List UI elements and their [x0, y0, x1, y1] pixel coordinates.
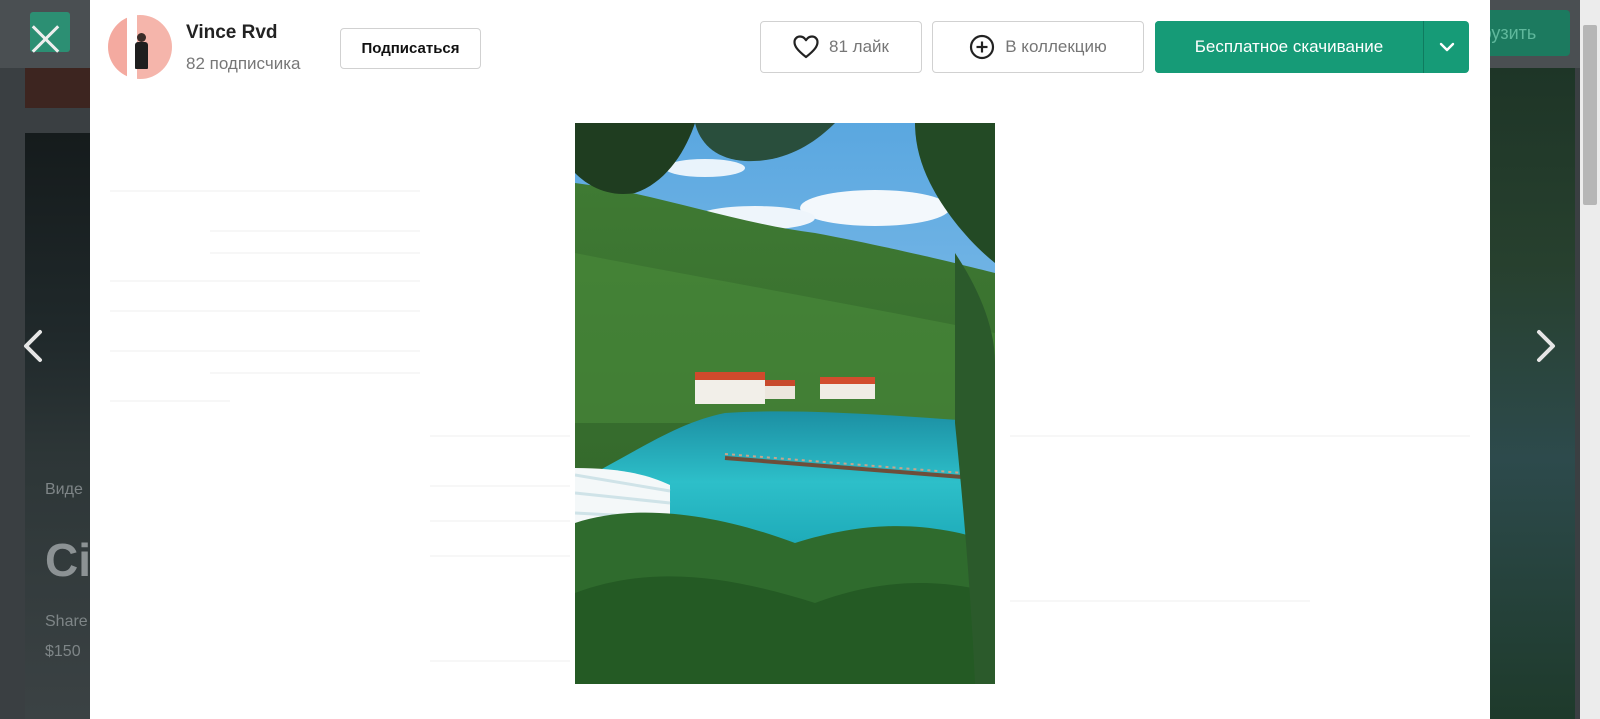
background-heading: Ci [45, 534, 91, 586]
scrollbar-thumb[interactable] [1583, 25, 1597, 205]
close-icon[interactable] [30, 24, 60, 54]
download-options-button[interactable] [1423, 21, 1469, 73]
avatar-figure-body [135, 42, 148, 69]
photo-modal: Vince Rvd 82 подписчика Подписаться 81 л… [90, 0, 1490, 719]
author-name[interactable]: Vince Rvd [186, 22, 278, 44]
modal-body [90, 100, 1490, 719]
like-count-label: 81 лайк [829, 37, 889, 56]
background-left-panel [25, 133, 95, 719]
author-followers: 82 подписчика [186, 54, 301, 73]
plus-circle-icon [970, 34, 995, 60]
chevron-down-icon [1439, 42, 1454, 52]
background-price: $150 [45, 643, 81, 660]
add-to-collection-button[interactable]: В коллекцию [932, 21, 1144, 73]
background-shared: Share [45, 613, 88, 630]
like-button[interactable]: 81 лайк [760, 21, 922, 73]
chevron-right-icon[interactable] [1533, 325, 1559, 371]
background-category: Виде [45, 481, 83, 498]
download-button[interactable]: Бесплатное скачивание [1155, 21, 1423, 73]
modal-header: Vince Rvd 82 подписчика Подписаться 81 л… [90, 0, 1490, 100]
background-thumbnail [25, 68, 95, 108]
chevron-left-icon[interactable] [20, 325, 46, 371]
background-right-image [1490, 68, 1575, 719]
main-photo[interactable] [575, 123, 995, 684]
chevron-left-icon-svg [24, 330, 42, 362]
collection-label: В коллекцию [1005, 37, 1107, 56]
avatar[interactable] [108, 15, 172, 79]
chevron-right-icon-svg [1537, 330, 1555, 362]
download-button-group: Бесплатное скачивание [1155, 21, 1469, 73]
subscribe-button[interactable]: Подписаться [340, 28, 481, 69]
heart-icon [793, 35, 819, 59]
photo-image [575, 123, 995, 684]
avatar-figure-head [137, 33, 146, 42]
